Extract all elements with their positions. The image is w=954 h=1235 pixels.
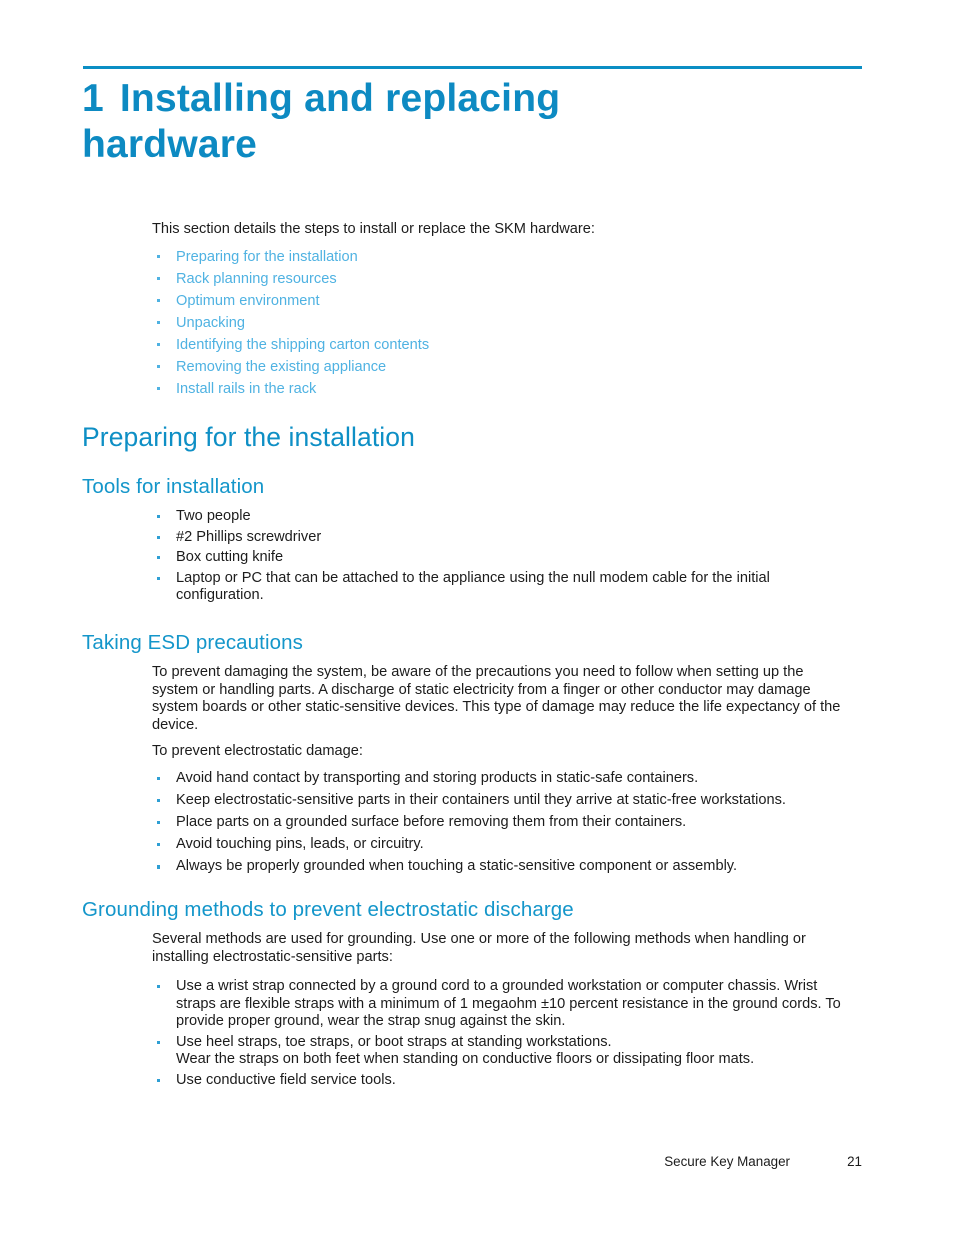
list-item[interactable]: Identifying the shipping carton contents	[152, 334, 852, 356]
list-item: Use heel straps, toe straps, or boot str…	[152, 1034, 852, 1069]
section-heading-esd: Taking ESD precautions	[82, 631, 303, 654]
list-item: Two people	[152, 508, 852, 526]
toc-link-label: Removing the existing appliance	[176, 359, 387, 375]
toc-link-label: Rack planning resources	[176, 271, 337, 287]
list-item: Avoid hand contact by transporting and s…	[152, 770, 852, 788]
list-item[interactable]: Unpacking	[152, 312, 852, 334]
chapter-number: 1	[82, 77, 104, 120]
grounding-methods-list: Use a wrist strap connected by a ground …	[152, 978, 852, 1093]
section-heading-grounding: Grounding methods to prevent electrostat…	[82, 898, 574, 921]
toc-link-label: Optimum environment	[176, 293, 320, 309]
list-item[interactable]: Install rails in the rack	[152, 378, 852, 400]
intro-paragraph: This section details the steps to instal…	[152, 221, 595, 237]
section-link-list: Preparing for the installation Rack plan…	[152, 246, 852, 400]
list-item: Avoid touching pins, leads, or circuitry…	[152, 836, 852, 854]
esd-precautions-list: Avoid hand contact by transporting and s…	[152, 770, 852, 880]
list-item[interactable]: Rack planning resources	[152, 268, 852, 290]
list-item: Keep electrostatic-sensitive parts in th…	[152, 792, 852, 810]
page-footer: Secure Key Manager 21	[152, 1152, 862, 1172]
list-item: Use a wrist strap connected by a ground …	[152, 978, 852, 1031]
toc-link-label: Unpacking	[176, 315, 245, 331]
esd-paragraph-1: To prevent damaging the system, be aware…	[152, 664, 841, 733]
section-heading-preparing: Preparing for the installation	[82, 422, 415, 452]
list-item: Place parts on a grounded surface before…	[152, 814, 852, 832]
list-item: Use conductive field service tools.	[152, 1072, 852, 1090]
chapter-title-text: Installing and replacing hardware	[82, 77, 561, 166]
section-heading-tools: Tools for installation	[82, 475, 265, 498]
list-item[interactable]: Removing the existing appliance	[152, 356, 852, 378]
footer-page-number: 21	[847, 1154, 862, 1169]
toc-link-label: Preparing for the installation	[176, 249, 358, 265]
list-item[interactable]: Preparing for the installation	[152, 246, 852, 268]
tools-list: Two people #2 Phillips screwdriver Box c…	[152, 508, 852, 608]
chapter-title: 1 Installing and replacing hardware	[82, 76, 722, 168]
chapter-rule	[83, 66, 862, 69]
list-item: #2 Phillips screwdriver	[152, 529, 852, 547]
grounding-paragraph-1: Several methods are used for grounding. …	[152, 931, 806, 965]
esd-paragraph-2: To prevent electrostatic damage:	[152, 743, 363, 759]
document-page: 1 Installing and replacing hardware This …	[0, 0, 954, 1235]
list-item: Always be properly grounded when touchin…	[152, 858, 852, 876]
list-item: Laptop or PC that can be attached to the…	[152, 570, 852, 605]
footer-document-title: Secure Key Manager	[664, 1154, 790, 1169]
toc-link-label: Identifying the shipping carton contents	[176, 337, 430, 353]
list-item[interactable]: Optimum environment	[152, 290, 852, 312]
toc-link-label: Install rails in the rack	[176, 381, 317, 397]
list-item: Box cutting knife	[152, 549, 852, 567]
